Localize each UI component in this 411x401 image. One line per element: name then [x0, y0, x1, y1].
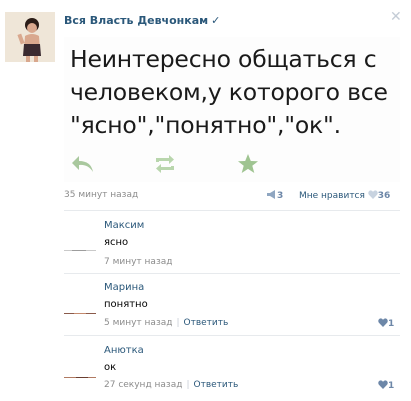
comment-text: ясно — [104, 237, 129, 248]
megaphone-icon — [267, 190, 275, 199]
comment-author[interactable]: Марина — [104, 282, 144, 293]
heart-icon — [368, 190, 378, 199]
reply-link[interactable]: Ответить — [184, 318, 229, 328]
separator: | — [176, 318, 180, 328]
comment-like-button[interactable]: 1 — [378, 380, 394, 391]
quote-line: Неинтересно общаться с — [70, 45, 377, 73]
like-button[interactable]: Мне нравится 36 — [299, 190, 390, 201]
group-avatar[interactable] — [5, 12, 55, 62]
divider — [64, 210, 400, 211]
like-label: Мне нравится — [299, 191, 365, 201]
comment-time[interactable]: 5 минут назад — [104, 318, 172, 328]
heart-icon — [378, 318, 388, 327]
comment-time[interactable]: 27 секунд назад — [104, 380, 182, 390]
group-name-text[interactable]: Вся Власть Девчонкам — [64, 14, 208, 27]
separator: | — [186, 380, 190, 390]
avatar[interactable] — [64, 370, 96, 378]
reply-link[interactable]: Ответить — [194, 380, 239, 390]
repost-number: 3 — [277, 191, 284, 201]
comment-time[interactable]: 7 минут назад — [104, 257, 172, 267]
quote-line: "ясно","понятно","ок". — [70, 111, 341, 139]
comment-text: понятно — [104, 299, 148, 310]
avatar[interactable] — [64, 306, 96, 314]
like-number: 36 — [377, 191, 391, 201]
comment-text: ок — [104, 362, 117, 373]
comment-like-button[interactable]: 1 — [378, 318, 394, 329]
comment-meta: 5 минут назад | Ответить — [104, 318, 228, 328]
quote-text: Неинтересно общаться с человеком,у котор… — [70, 43, 400, 142]
comment-like-count: 1 — [388, 319, 395, 329]
comment-like-count: 1 — [388, 381, 395, 391]
star-icon — [238, 154, 258, 173]
comment-meta: 7 минут назад — [104, 257, 172, 267]
comment-author[interactable]: Максим — [104, 220, 144, 231]
divider — [64, 335, 400, 336]
check-icon: ✓ — [211, 14, 221, 27]
heart-icon — [378, 380, 388, 389]
post-timestamp[interactable]: 35 минут назад — [64, 190, 138, 200]
post-image[interactable]: Неинтересно общаться с человеком,у котор… — [64, 37, 400, 182]
avatar[interactable] — [64, 243, 96, 251]
comment-author[interactable]: Анютка — [104, 345, 144, 356]
quote-line: человеком,у которого все — [70, 78, 388, 106]
divider — [64, 273, 400, 274]
comment-meta: 27 секунд назад | Ответить — [104, 380, 238, 390]
reply-arrow-icon — [72, 156, 93, 172]
close-icon[interactable]: ✕ — [390, 10, 402, 24]
repost-icon — [156, 155, 174, 173]
repost-count[interactable]: 3 — [266, 190, 283, 201]
group-name[interactable]: Вся Власть Девчонкам ✓ — [64, 14, 220, 27]
